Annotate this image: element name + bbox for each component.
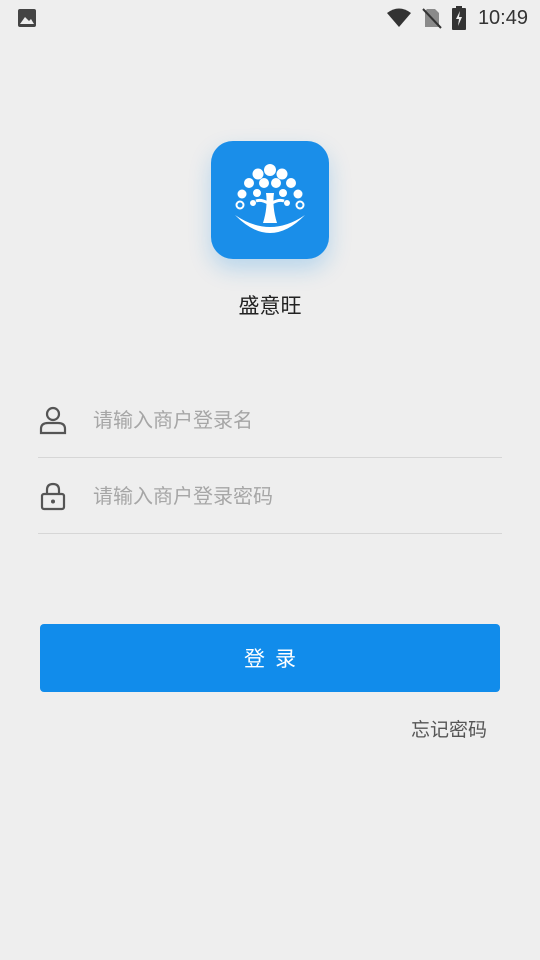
app-logo: [211, 141, 329, 259]
login-button[interactable]: 登录: [40, 624, 500, 692]
battery-charging-icon: [451, 6, 466, 30]
app-name: 盛意旺: [238, 294, 302, 318]
tree-logo-icon: [235, 164, 305, 233]
status-bar: 10:49: [0, 0, 540, 36]
lock-icon: [38, 481, 68, 511]
status-icons: 10:49: [376, 6, 528, 30]
username-field: [38, 381, 502, 458]
forgot-password-link[interactable]: 忘记密码: [411, 715, 487, 742]
password-input[interactable]: [93, 477, 493, 515]
user-icon: [38, 405, 68, 435]
status-time: 10:49: [477, 6, 528, 29]
wifi-icon: [386, 8, 412, 28]
password-field: [38, 457, 502, 534]
image-icon: [17, 8, 37, 28]
username-input[interactable]: [93, 401, 493, 439]
no-sim-icon: [422, 7, 442, 29]
